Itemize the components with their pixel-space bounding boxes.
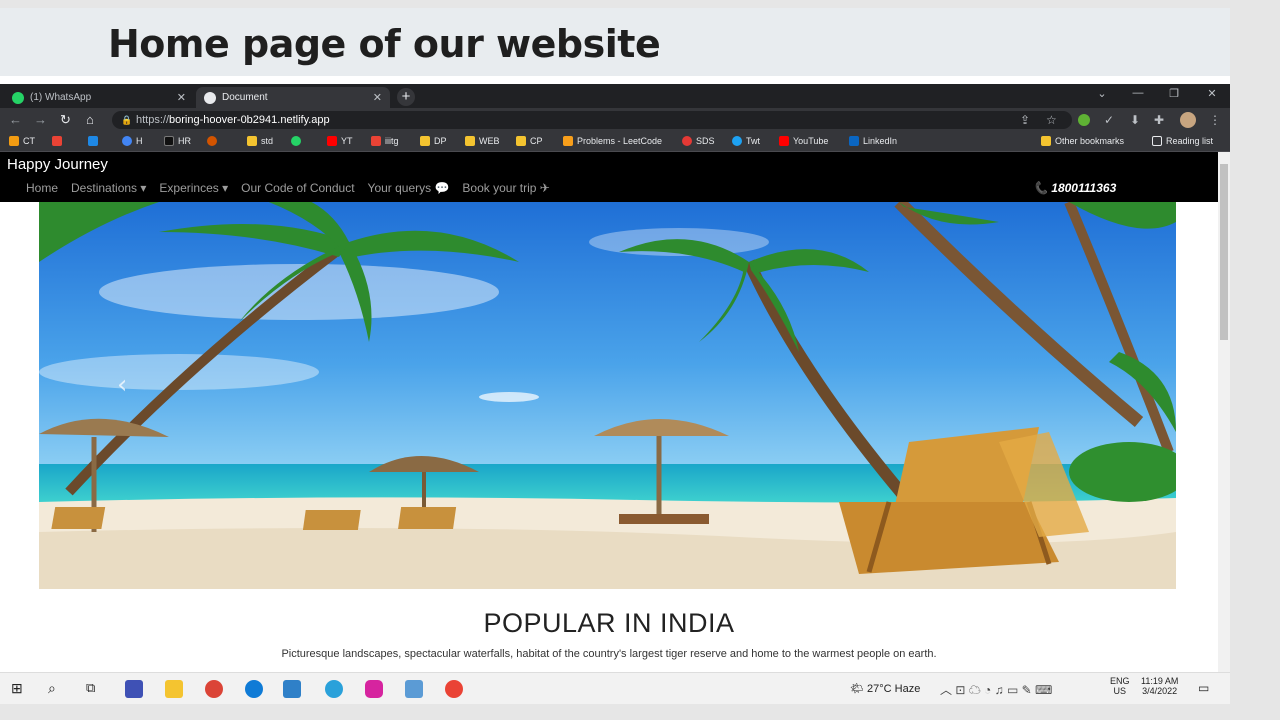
notification-icon[interactable]: ▭ [1198,681,1209,695]
hero-carousel[interactable]: ‹ [39,202,1176,589]
bookmark-dp[interactable]: DP [420,136,447,146]
new-tab-button[interactable]: + [397,88,415,106]
app-vscode-icon[interactable] [125,680,143,698]
nav-book-trip[interactable]: Book your trip ✈ [462,181,549,195]
web-page: Happy Journey Home Destinations ▾ Experi… [0,152,1218,703]
chrome-profile-icon[interactable] [445,680,463,698]
bookmark-iiitg[interactable]: iiitg [371,136,399,146]
minimize-button[interactable]: — [1128,87,1148,99]
profile-avatar[interactable] [1180,112,1196,128]
presentation-slide: Home page of our website (1) WhatsApp ✕ … [0,8,1230,704]
bookmark-sds[interactable]: SDS [682,136,715,146]
file-explorer-icon[interactable] [165,680,183,698]
lock-icon: 🔒 [121,115,133,125]
check-extension-icon[interactable]: ✓ [1104,113,1114,127]
nav-queries[interactable]: Your querys 💬 [368,181,450,195]
tab-document[interactable]: Document ✕ [196,87,390,108]
back-icon[interactable]: ← [9,112,22,127]
scrollbar-thumb[interactable] [1220,164,1228,340]
browser-window: (1) WhatsApp ✕ Document ✕ + ⌄ — ❐ ✕ ← → … [0,84,1230,703]
beach-image [39,202,1176,589]
url-host: boring-hoover-0b2941.netlify.app [169,114,330,126]
weather-widget[interactable]: 🌤 27°C Haze [850,682,920,695]
clock[interactable]: 11:19 AM 3/4/2022 [1141,676,1178,696]
globe-icon [204,91,216,104]
search-icon[interactable]: ⌕ [48,680,56,697]
carousel-prev-icon[interactable]: ‹ [117,370,127,400]
forward-icon[interactable]: → [34,112,47,127]
home-icon[interactable]: ⌂ [86,112,94,127]
telegram-icon[interactable] [325,680,343,698]
bookmark-linkedin[interactable]: LinkedIn [849,136,897,146]
browser-toolbar: ← → ↻ ⌂ 🔒 https://boring-hoover-0b2941.n… [0,108,1230,132]
close-tab-icon[interactable]: ✕ [177,91,186,104]
slide-header: Home page of our website [0,8,1230,76]
menu-kebab-icon[interactable]: ⋮ [1209,113,1221,127]
tab-whatsapp[interactable]: (1) WhatsApp ✕ [4,87,194,108]
bookmark-leetcode[interactable]: Problems - LeetCode [563,136,662,146]
tab-strip: (1) WhatsApp ✕ Document ✕ + ⌄ — ❐ ✕ [0,84,1230,108]
bookmark-ct[interactable]: CT [9,136,35,146]
nav-destinations[interactable]: Destinations ▾ [71,181,146,195]
chrome-icon[interactable] [205,680,223,698]
bookmark-hr[interactable]: HR [164,136,191,146]
site-navbar: Happy Journey Home Destinations ▾ Experi… [0,152,1218,202]
share-icon[interactable]: ⇪ [1020,113,1030,127]
phone-icon: 📞 [1033,181,1052,195]
nav-code-of-conduct[interactable]: Our Code of Conduct [241,181,354,195]
puzzle-icon[interactable]: ✚ [1154,113,1164,127]
gmail-icon[interactable] [52,136,66,146]
slide-title: Home page of our website [108,22,661,66]
reload-icon[interactable]: ↻ [60,112,71,128]
language-indicator[interactable]: ENG US [1110,676,1130,696]
system-tray-icons[interactable]: ︿ ⊡ ☁ ◔ ♫ ▭ ✎ ⌨ [940,681,1052,698]
tab-label: Document [222,92,268,103]
site-brand[interactable]: Happy Journey [7,156,108,173]
reading-list[interactable]: Reading list [1152,136,1213,146]
bookmark-web[interactable]: WEB [465,136,500,146]
bookmark-s[interactable] [88,136,102,146]
close-window-button[interactable]: ✕ [1202,87,1222,100]
bookmark-unnamed[interactable] [207,136,221,146]
bookmark-whatsapp[interactable] [291,136,305,146]
other-bookmarks[interactable]: Other bookmarks [1041,136,1124,146]
bookmarks-bar: CT H HR std YT iiitg DP WEB CP Problems … [0,132,1230,152]
site-nav: Home Destinations ▾ Experinces ▾ Our Cod… [26,181,563,195]
nav-home[interactable]: Home [26,181,58,195]
tab-label: (1) WhatsApp [30,92,92,103]
bookmark-cp[interactable]: CP [516,136,543,146]
bookmark-h[interactable]: H [122,136,143,146]
bookmark-twitter[interactable]: Twt [732,136,760,146]
nav-experiences[interactable]: Experinces ▾ [159,181,228,195]
restore-button[interactable]: ❐ [1164,87,1184,100]
edge-icon[interactable] [245,680,263,698]
bookmark-youtube[interactable]: YouTube [779,136,828,146]
bookmark-std[interactable]: std [247,136,273,146]
section-title: POPULAR IN INDIA [483,608,735,638]
windows-start-icon[interactable]: ⊞ [11,680,23,697]
notepad-icon[interactable] [405,680,423,698]
extension-icon-2[interactable]: ⬇ [1130,113,1140,127]
windows-taskbar: ⊞ ⌕ ⧉ 🌤 27°C Haze ︿ ⊡ ☁ ◔ ♫ ▭ ✎ ⌨ ENG US … [0,672,1230,704]
section-description: Picturesque landscapes, spectacular wate… [281,648,937,660]
extension-icon[interactable] [1078,114,1090,126]
url-scheme: https:// [136,114,170,126]
task-view-icon[interactable]: ⧉ [86,680,95,696]
page-scrollbar[interactable] [1218,152,1230,703]
tab-search-icon[interactable]: ⌄ [1092,87,1112,100]
bookmark-star-icon[interactable]: ☆ [1046,113,1057,127]
address-bar[interactable]: 🔒 https://boring-hoover-0b2941.netlify.a… [112,111,1072,129]
phone-number[interactable]: 📞 1800111363 [1033,181,1116,195]
bookmark-yt[interactable]: YT [327,136,353,146]
whatsapp-icon [12,91,24,104]
close-tab-icon[interactable]: ✕ [373,91,382,104]
weather-icon: 🌤 [850,683,868,695]
instagram-icon[interactable] [365,680,383,698]
photos-icon[interactable] [283,680,301,698]
